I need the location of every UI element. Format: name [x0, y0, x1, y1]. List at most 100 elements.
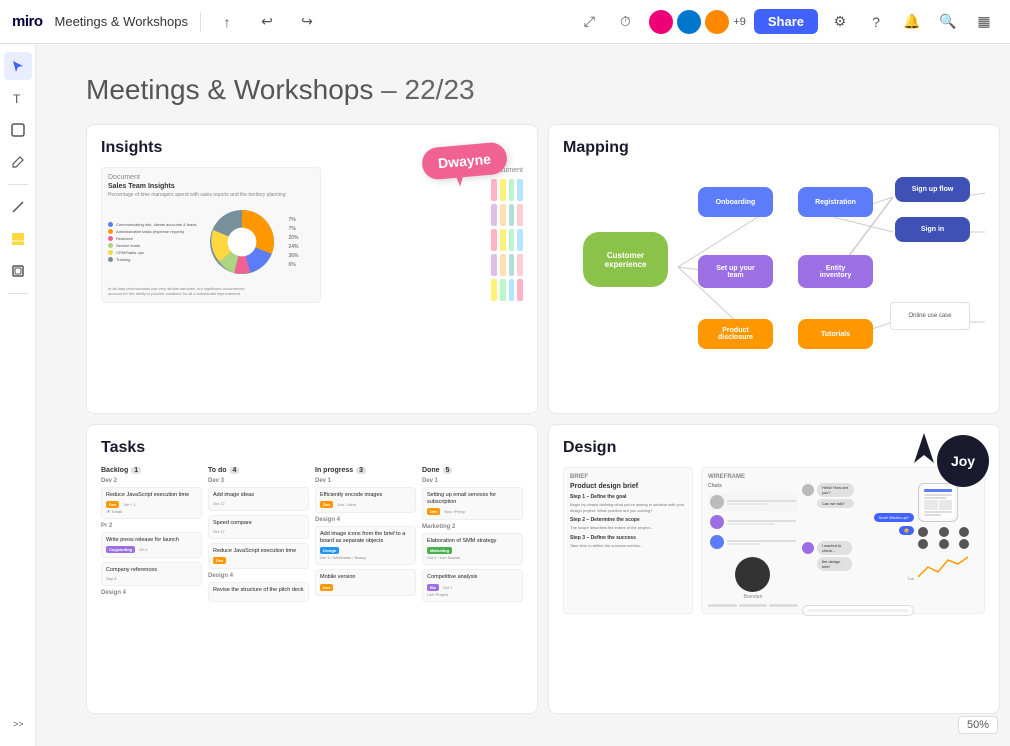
chat-row-2: I wanted to check... the design brief — [802, 541, 914, 573]
redo-button[interactable]: ↪ — [293, 8, 321, 36]
task-card-6: Reduce JavaScript execution time Dev — [208, 543, 309, 569]
chart-area: Communicating info, clients accounts & l… — [108, 202, 314, 282]
brief-block: Brief Product design brief Step 1 – Defi… — [563, 467, 693, 614]
legend-item-2: Administrative tasks (expense reports) — [108, 229, 196, 234]
chat-input[interactable] — [802, 605, 914, 616]
node-setup: Set up yourteam — [698, 255, 773, 288]
todo-design: Design 4 — [208, 573, 309, 579]
brief-label: Brief — [570, 474, 686, 480]
avatar-2 — [675, 8, 703, 36]
insights-doc-block: Document Sales Team Insights Percentage … — [101, 167, 321, 303]
avatar-1 — [647, 8, 675, 36]
sticky-1 — [491, 179, 497, 201]
sidebar-tool-sticky[interactable] — [4, 225, 32, 253]
chat-list — [708, 493, 798, 551]
notifications-icon[interactable]: 🔔 — [898, 8, 926, 36]
chat-bubble-5: I wanted to check... — [817, 541, 853, 555]
canvas-area[interactable]: Meetings & Workshops – 22/23 Insights Do… — [36, 44, 1010, 746]
share-button[interactable]: Share — [754, 9, 818, 34]
task-card-12: Elaboration of SMM strategy Marketing Oc… — [422, 533, 523, 565]
line-chart — [918, 552, 968, 582]
search-icon[interactable]: 🔍 — [934, 8, 962, 36]
chat-timestamp: Tue — [802, 576, 914, 581]
brief-step-3: Step 3 – Define the success — [570, 535, 686, 541]
help-icon[interactable]: ? — [862, 8, 890, 36]
sticky-4 — [517, 179, 523, 201]
sticky-12 — [517, 229, 523, 251]
chat-section: Chats — [708, 483, 798, 616]
page-subtitle: – 22/23 — [381, 74, 474, 105]
brief-text-3: Take time to define the success metrics.… — [570, 543, 686, 549]
topbar: miro Meetings & Workshops ↑ ↩ ↪ ⤢ ⏱ +9 S… — [0, 0, 1010, 44]
sticky-20 — [517, 279, 523, 301]
sidebar-tool-cursor[interactable] — [4, 52, 32, 80]
backlog-col-title: Backlog 1 — [101, 467, 202, 474]
sidebar-divider-2 — [8, 293, 28, 294]
cursor-mode-button[interactable]: ⤢ — [575, 8, 603, 36]
boards-icon[interactable]: ▦ — [970, 8, 998, 36]
phone-wireframe — [918, 483, 958, 522]
sticky-3 — [509, 179, 515, 201]
chat-item-2 — [708, 513, 798, 531]
canvas-content: Meetings & Workshops – 22/23 Insights Do… — [86, 74, 1000, 736]
chat-bubble-1: Hello! How are you? — [817, 483, 854, 497]
stat-row — [708, 604, 798, 607]
legend-item-6: Training — [108, 257, 196, 262]
node-customer: Customerexperience — [583, 232, 668, 287]
task-col-backlog: Backlog 1 Dev 2 Reduce JavaScript execut… — [101, 467, 202, 606]
sticky-11 — [509, 229, 515, 251]
chat-bubble-3: Sure! What's up? — [874, 513, 915, 522]
topbar-right: ⤢ ⏱ +9 Share ⚙ ? 🔔 🔍 ▦ — [575, 8, 998, 36]
legend-item-3: Research — [108, 236, 196, 241]
wireframe-block: Wireframe Chats — [701, 467, 985, 614]
insights-inner: Document Sales Team Insights Percentage … — [101, 167, 523, 303]
brief-step-2: Step 2 – Determine the scope — [570, 517, 686, 523]
sidebar-tool-pen[interactable] — [4, 148, 32, 176]
brief-doc-title: Product design brief — [570, 483, 686, 490]
sidebar-divider — [8, 184, 28, 185]
sticky-9 — [491, 229, 497, 251]
sidebar-tool-shapes[interactable] — [4, 116, 32, 144]
phone-section — [918, 483, 978, 616]
task-card-3: Company references Sep 5 — [101, 562, 202, 586]
task-col-todo: To do 4 Dev 3 Add image ideas Oct 17 Spe… — [208, 467, 309, 606]
chat-bubble-4: 😊 — [899, 526, 914, 535]
sidebar-tool-frame[interactable] — [4, 257, 32, 285]
joy-bubble: Joy — [937, 435, 989, 487]
data-circle — [735, 557, 770, 592]
task-card-7: Revise the structure of the pitch deck — [208, 582, 309, 601]
chat-bubbles-section: Hello! How are you? Can we talk? Sure! W… — [802, 483, 914, 616]
wireframe-content: Chats — [708, 483, 978, 616]
backlog-design: Design 4 — [101, 590, 202, 596]
avatar-group: +9 — [647, 8, 746, 36]
doc-label: Document — [108, 174, 314, 181]
backlog-pr: Pr 2 — [101, 523, 202, 529]
brief-step-1: Step 1 – Define the goal — [570, 494, 686, 500]
backlog-dev: Dev 2 — [101, 478, 202, 484]
node-signin: Sign in — [895, 217, 970, 242]
sticky-6 — [500, 204, 506, 226]
sidebar-tool-more[interactable]: >> — [4, 710, 32, 738]
inprog-design: Design 4 — [315, 517, 416, 523]
export-button[interactable]: ↑ — [213, 8, 241, 36]
mapping-panel: Mapping — [548, 124, 1000, 414]
timer-button[interactable]: ⏱ — [611, 8, 639, 36]
quadrant-grid: Insights Document Sales Team Insights Pe… — [86, 124, 1000, 714]
settings-icon[interactable]: ⚙ — [826, 8, 854, 36]
done-marketing: Marketing 2 — [422, 524, 523, 530]
sticky-2 — [500, 179, 506, 201]
brendan-label: Brendan — [708, 594, 798, 600]
undo-button[interactable]: ↩ — [253, 8, 281, 36]
node-online: Online use case — [890, 302, 970, 330]
chat-bubble-6: the design brief — [817, 557, 853, 571]
tasks-panel: Tasks Backlog 1 Dev 2 Reduce JavaScript … — [86, 424, 538, 714]
task-card-1: Reduce JavaScript execution time Dev 3d+… — [101, 487, 202, 519]
node-onboarding: Onboarding — [698, 187, 773, 217]
page-title: Meetings & Workshops – 22/23 — [86, 74, 1000, 106]
task-card-10: Mobile version Dev — [315, 569, 416, 595]
chat-item-1 — [708, 493, 798, 511]
sidebar-tool-line[interactable] — [4, 193, 32, 221]
sidebar-tool-text[interactable]: T — [4, 84, 32, 112]
topbar-separator — [200, 12, 201, 32]
pie-chart — [202, 202, 282, 282]
